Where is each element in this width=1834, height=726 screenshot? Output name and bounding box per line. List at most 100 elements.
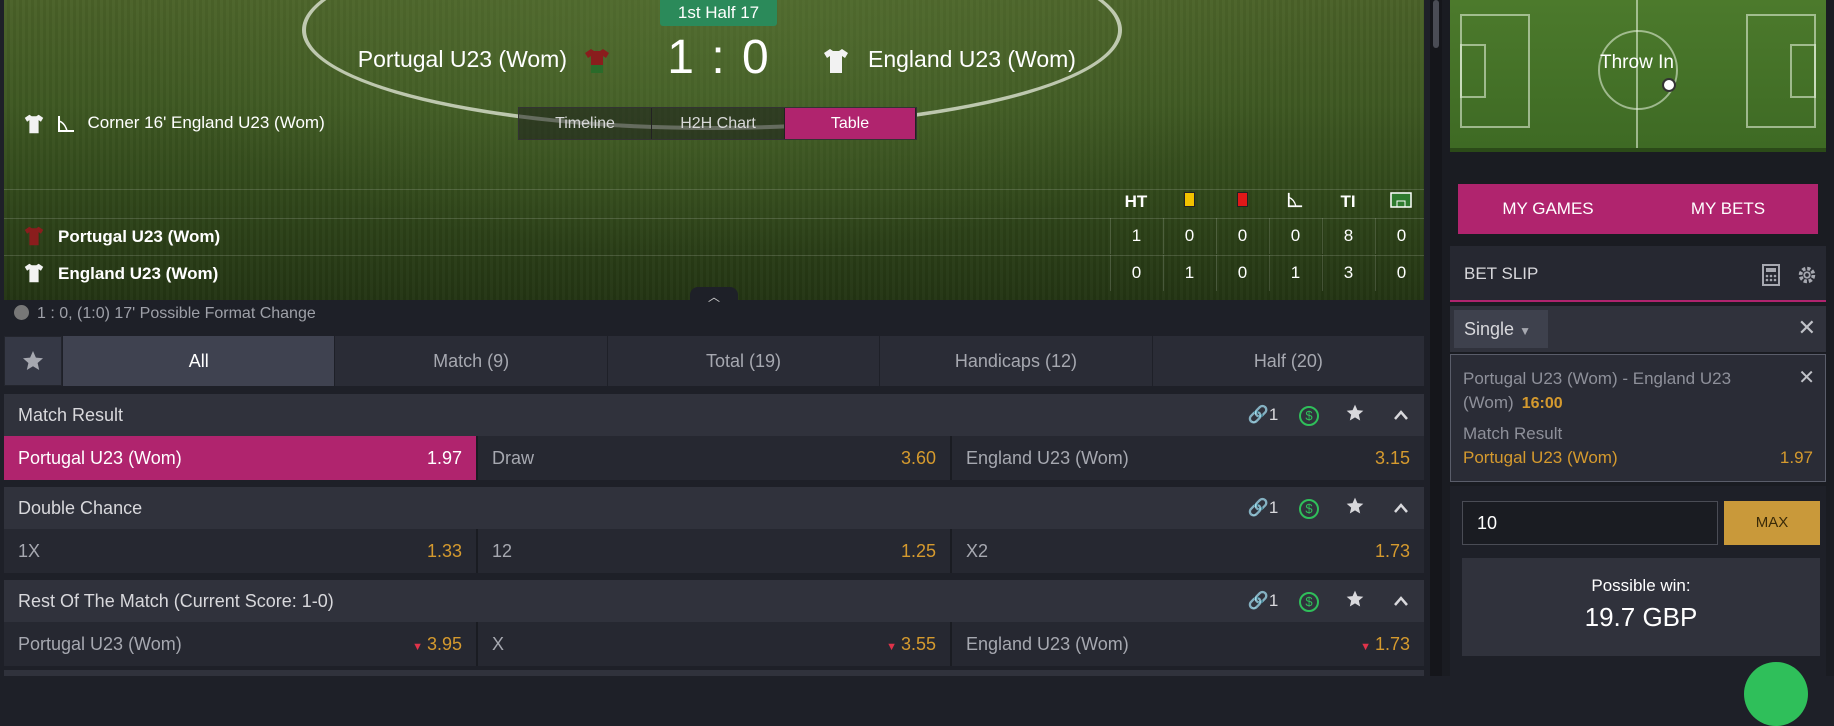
odd-button[interactable]: X2 1.73: [952, 529, 1424, 573]
slip-time: 16:00: [1521, 395, 1563, 412]
possible-win-box: Possible win: 19.7 GBP: [1462, 558, 1820, 656]
divider: [4, 189, 1424, 190]
link-icon: 🔗: [1247, 405, 1269, 424]
info-text: 1 : 0, (1:0) 17' Possible Format Change: [37, 305, 316, 322]
info-line: 1 : 0, (1:0) 17' Possible Format Change: [14, 305, 316, 323]
stat-team-name: England U23 (Wom): [58, 264, 219, 283]
collapse-market-button[interactable]: [1378, 405, 1424, 426]
view-tabs: Timeline H2H Chart Table: [518, 107, 917, 140]
stat-cell: 0: [1269, 218, 1321, 254]
tab-handicaps[interactable]: Handicaps (12): [879, 336, 1152, 386]
last-event-text: Corner 16' England U23 (Wom): [87, 113, 325, 132]
tab-total[interactable]: Total (19): [606, 336, 880, 386]
stat-cell: 3: [1322, 255, 1374, 291]
match-score: 1 : 0: [667, 31, 771, 84]
link-icon: 🔗: [1247, 591, 1269, 610]
away-shirt-icon: [24, 114, 44, 133]
stat-cell: 0: [1216, 255, 1268, 291]
stat-cell: 0: [1110, 255, 1162, 291]
link-count[interactable]: 🔗1: [1240, 498, 1286, 518]
chevron-up-icon: [1394, 502, 1408, 513]
collapse-market-button[interactable]: [1378, 498, 1424, 519]
collapse-scoreboard-button[interactable]: ︿: [690, 287, 738, 305]
stat-team-name: Portugal U23 (Wom): [58, 227, 221, 246]
market-title: Double Chance: [18, 497, 143, 518]
tab-half[interactable]: Half (20): [1151, 336, 1425, 386]
favorites-tab[interactable]: [4, 336, 62, 386]
scrollbar-thumb[interactable]: [1433, 0, 1439, 48]
last-event: Corner 16' England U23 (Wom): [24, 113, 325, 134]
stat-cell: 0: [1375, 255, 1427, 291]
tab-match[interactable]: Match (9): [334, 336, 607, 386]
odd-button[interactable]: England U23 (Wom) 3.15: [952, 436, 1424, 480]
tab-all[interactable]: All: [62, 336, 335, 386]
bet-slip-title: BET SLIP: [1464, 264, 1539, 283]
tab-h2h-chart[interactable]: H2H Chart: [652, 108, 785, 139]
stat-header-ht: HT: [1124, 192, 1148, 211]
tab-table[interactable]: Table: [785, 108, 916, 139]
market-double-chance: Double Chance 🔗1 $ 1X 1.33 12 1.25 X2 1.73: [4, 487, 1424, 573]
chevron-up-icon: ︿: [707, 290, 720, 304]
stat-cell: 0: [1375, 218, 1427, 254]
favorite-market-button[interactable]: [1332, 403, 1378, 428]
odd-button[interactable]: Draw 3.60: [478, 436, 952, 480]
bet-slip-item: ✕ Portugal U23 (Wom) - England U23 (Wom)…: [1450, 354, 1826, 482]
bet-slip-header: BET SLIP: [1450, 246, 1826, 302]
odd-button[interactable]: 12 1.25: [478, 529, 952, 573]
away-shirt-icon: [824, 49, 848, 73]
odd-button[interactable]: 1X 1.33: [4, 529, 478, 573]
main-content: 1st Half 17 Portugal U23 (Wom) 1 : 0 Eng…: [0, 0, 1430, 676]
cashout-icon[interactable]: $: [1286, 590, 1332, 612]
match-tracker: Throw In: [1450, 0, 1826, 152]
odd-button[interactable]: England U23 (Wom) ▼ 1.73: [952, 622, 1424, 666]
calculator-icon[interactable]: [1762, 264, 1780, 286]
my-bets-button[interactable]: MY BETS: [1638, 184, 1818, 234]
link-icon: 🔗: [1247, 498, 1269, 517]
odds-down-icon: ▼: [412, 640, 423, 653]
favorite-market-button[interactable]: [1332, 496, 1378, 521]
odd-button[interactable]: X ▼ 3.55: [478, 622, 952, 666]
star-icon: [1346, 404, 1364, 420]
market-header[interactable]: Double Chance 🔗1 $: [4, 487, 1424, 529]
tracker-event-text: Throw In: [1600, 52, 1674, 73]
stat-row-away: England U23 (Wom) 0 1 0 1 3 0: [4, 255, 1424, 291]
market-match-result: Match Result 🔗1 $ Portugal U23 (Wom) 1.97…: [4, 394, 1424, 480]
market-header[interactable]: Rest Of The Match (Current Score: 1-0) 🔗…: [4, 580, 1424, 622]
bet-type-bar: Single ▼ ✕: [1450, 306, 1826, 352]
stat-cell: 0: [1216, 218, 1268, 254]
market-rest-of-match: Rest Of The Match (Current Score: 1-0) 🔗…: [4, 580, 1424, 666]
cashout-icon[interactable]: $: [1286, 404, 1332, 426]
favorite-market-button[interactable]: [1332, 589, 1378, 614]
caret-down-icon: ▼: [1519, 324, 1531, 338]
stat-row-home: Portugal U23 (Wom) 1 0 0 0 8 0: [4, 218, 1424, 254]
stat-cell: 1: [1163, 255, 1215, 291]
odd-button[interactable]: Portugal U23 (Wom) ▼ 3.95: [4, 622, 478, 666]
link-count[interactable]: 🔗1: [1240, 591, 1286, 611]
stake-input[interactable]: 10: [1462, 501, 1718, 545]
market-title: Rest Of The Match (Current Score: 1-0): [18, 590, 334, 611]
market-tabs: All Match (9) Total (19) Handicaps (12) …: [4, 336, 1425, 386]
bet-type-select[interactable]: Single ▼: [1454, 310, 1548, 348]
clear-slip-button[interactable]: ✕: [1798, 315, 1816, 341]
max-stake-button[interactable]: MAX: [1724, 501, 1820, 545]
tab-timeline[interactable]: Timeline: [519, 108, 652, 139]
my-tabs: MY GAMES MY BETS: [1458, 184, 1818, 234]
chevron-up-icon: [1394, 595, 1408, 606]
away-team-name: England U23 (Wom): [868, 46, 1076, 72]
link-count[interactable]: 🔗1: [1240, 405, 1286, 425]
odd-button[interactable]: Portugal U23 (Wom) 1.97: [4, 436, 478, 480]
chat-button[interactable]: [1744, 662, 1808, 726]
cashout-icon[interactable]: $: [1286, 497, 1332, 519]
slip-odds: 1.97: [1779, 448, 1813, 467]
remove-bet-button[interactable]: ✕: [1798, 365, 1815, 390]
stat-cell: 8: [1322, 218, 1374, 254]
market-header[interactable]: Match Result 🔗1 $: [4, 394, 1424, 436]
scrollbar[interactable]: [1430, 0, 1442, 676]
my-games-button[interactable]: MY GAMES: [1458, 184, 1638, 234]
stat-cell: 0: [1163, 218, 1215, 254]
star-icon: [1346, 497, 1364, 513]
red-card-icon: [1216, 192, 1268, 212]
gear-icon[interactable]: [1796, 264, 1818, 286]
collapse-market-button[interactable]: [1378, 591, 1424, 612]
odds-down-icon: ▼: [1360, 640, 1371, 653]
